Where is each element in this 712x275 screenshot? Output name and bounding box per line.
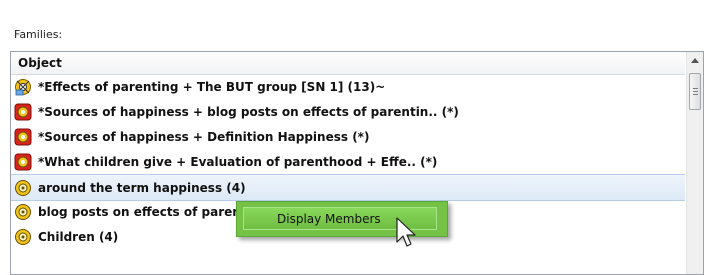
list-item-label: Children (4)	[38, 230, 119, 244]
list-item-label: *Sources of happiness + Definition Happi…	[38, 130, 370, 144]
grip-line	[693, 91, 698, 92]
list-item[interactable]: *Sources of happiness + Definition Happi…	[11, 124, 685, 149]
vertical-scrollbar[interactable]	[686, 52, 703, 274]
list-item[interactable]: *Sources of happiness + blog posts on ef…	[11, 99, 685, 124]
red-family-icon	[14, 128, 32, 146]
yellow-family-icon	[15, 229, 31, 245]
yellow-family-icon	[15, 204, 31, 220]
list-item-selected[interactable]: around the term happiness (4)	[11, 174, 685, 201]
families-label: Families:	[14, 28, 63, 41]
red-family-icon	[14, 153, 32, 171]
red-family-icon	[14, 103, 32, 121]
mouse-pointer-icon	[396, 217, 416, 247]
network-family-icon	[15, 79, 31, 96]
yellow-family-icon	[15, 180, 31, 196]
grip-line	[693, 94, 698, 95]
menu-item-label: Display Members	[277, 212, 381, 226]
grip-line	[693, 88, 698, 89]
list-item[interactable]: *What children give + Evaluation of pare…	[11, 149, 685, 174]
scrollbar-thumb[interactable]	[689, 73, 701, 110]
families-list-panel[interactable]: Object *Effects of parenting + The BUT g…	[10, 51, 704, 275]
list-item[interactable]: *Effects of parenting + The BUT group [S…	[11, 74, 685, 99]
list-item-label: around the term happiness (4)	[38, 181, 246, 195]
list-item-label: *Sources of happiness + blog posts on ef…	[38, 105, 459, 119]
column-header-object[interactable]: Object	[11, 52, 685, 75]
column-header-label: Object	[18, 56, 62, 70]
list-item-label: *What children give + Evaluation of pare…	[38, 155, 438, 169]
scroll-up-arrow-icon[interactable]	[691, 58, 699, 63]
list-item-label: *Effects of parenting + The BUT group [S…	[38, 80, 386, 94]
